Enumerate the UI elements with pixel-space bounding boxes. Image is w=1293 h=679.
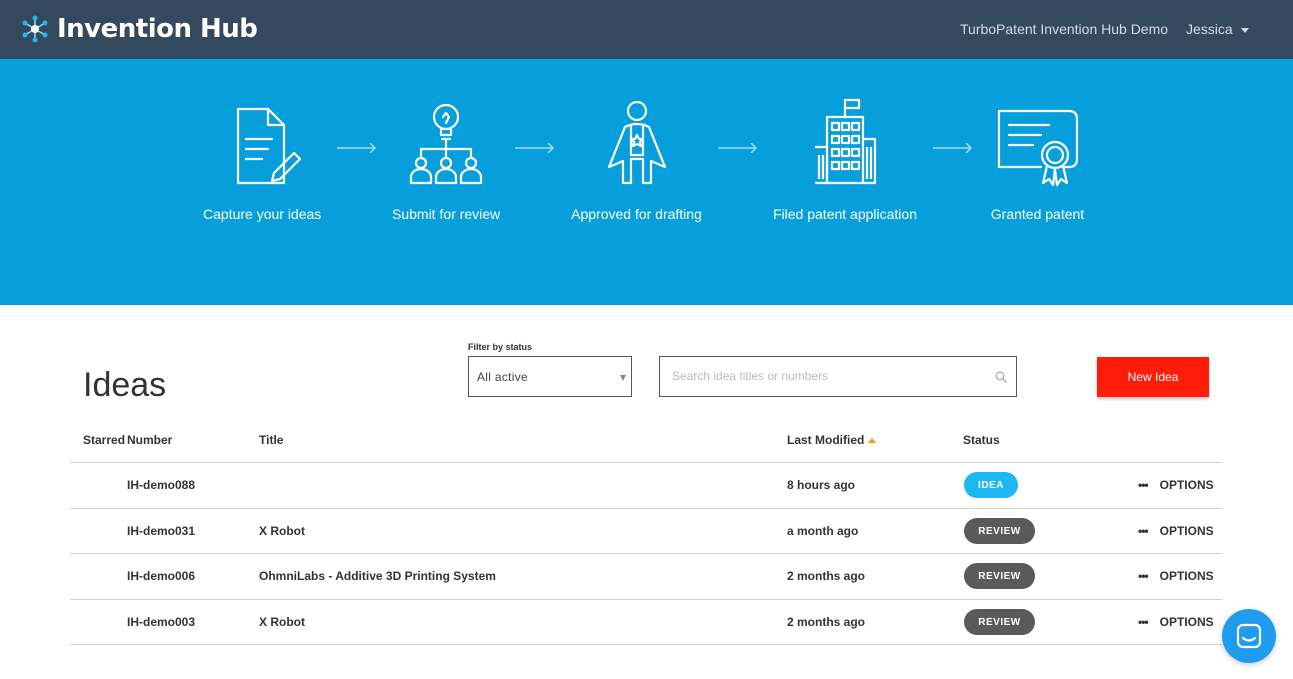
sort-ascending-icon bbox=[868, 438, 877, 444]
column-header-last-modified[interactable]: Last Modified bbox=[787, 433, 877, 447]
network-logo-icon bbox=[22, 15, 48, 43]
document-pencil-icon bbox=[236, 107, 302, 185]
app-name: Invention Hub bbox=[57, 14, 258, 44]
new-idea-button[interactable]: New Idea bbox=[1097, 357, 1209, 397]
options-label: OPTIONS bbox=[1159, 478, 1214, 492]
workflow-step-approved: Approved for drafting bbox=[570, 97, 703, 222]
chat-icon bbox=[1236, 623, 1262, 649]
more-dots-icon: ••• bbox=[1138, 478, 1149, 492]
arrow-right-icon bbox=[718, 143, 758, 153]
idea-number[interactable]: IH-demo006 bbox=[127, 569, 195, 583]
page-title: Ideas bbox=[83, 366, 167, 404]
status-badge: REVIEW bbox=[964, 563, 1035, 589]
status-badge: REVIEW bbox=[964, 518, 1035, 544]
idea-number[interactable]: IH-demo031 bbox=[127, 524, 195, 538]
user-name: Jessica bbox=[1186, 21, 1233, 37]
chat-launcher-button[interactable] bbox=[1222, 609, 1276, 663]
superhero-icon bbox=[607, 100, 666, 185]
workflow-step-label: Filed patent application bbox=[773, 206, 917, 222]
column-header-label: Last Modified bbox=[787, 433, 865, 447]
workflow-step-label: Approved for drafting bbox=[571, 206, 702, 222]
arrow-right-icon bbox=[337, 143, 377, 153]
column-header-starred[interactable]: Starred bbox=[83, 433, 125, 447]
organization-name[interactable]: TurboPatent Invention Hub Demo bbox=[960, 21, 1168, 37]
more-dots-icon: ••• bbox=[1138, 615, 1149, 629]
app-logo[interactable]: Invention Hub bbox=[20, 12, 258, 46]
user-menu[interactable]: Jessica bbox=[1186, 21, 1249, 37]
workflow-banner: Capture your ideas Submit for review App… bbox=[0, 59, 1293, 305]
last-modified: 2 months ago bbox=[787, 615, 866, 629]
workflow-step-review: Submit for review bbox=[392, 97, 500, 222]
table-divider bbox=[70, 644, 1222, 645]
options-label: OPTIONS bbox=[1159, 524, 1214, 538]
workflow-step-label: Submit for review bbox=[392, 206, 501, 222]
column-header-title[interactable]: Title bbox=[259, 433, 283, 447]
workflow-step-label: Granted patent bbox=[990, 206, 1085, 222]
column-header-number[interactable]: Number bbox=[127, 433, 172, 447]
last-modified: 8 hours ago bbox=[787, 478, 856, 492]
certificate-icon bbox=[997, 109, 1078, 187]
arrow-right-icon bbox=[515, 143, 555, 153]
more-dots-icon: ••• bbox=[1138, 524, 1149, 538]
workflow-step-capture: Capture your ideas bbox=[203, 97, 321, 222]
options-menu-button[interactable]: ••• OPTIONS bbox=[1138, 615, 1214, 629]
table-row[interactable]: IH-demo006 OhmniLabs - Additive 3D Print… bbox=[70, 553, 1222, 599]
idea-number[interactable]: IH-demo088 bbox=[127, 478, 195, 492]
search-icon[interactable] bbox=[995, 371, 1007, 383]
workflow-step-label: Capture your ideas bbox=[203, 206, 322, 222]
idea-title[interactable]: OhmniLabs - Additive 3D Printing System bbox=[259, 569, 496, 583]
status-filter-select[interactable]: All active bbox=[468, 356, 632, 397]
search-input[interactable] bbox=[670, 368, 974, 384]
status-badge: IDEA bbox=[964, 472, 1018, 498]
last-modified: 2 months ago bbox=[787, 569, 866, 583]
lightbulb-team-icon bbox=[409, 103, 483, 185]
arrow-right-icon bbox=[933, 143, 973, 153]
idea-title[interactable]: X Robot bbox=[259, 524, 305, 538]
filter-label: Filter by status bbox=[468, 342, 533, 352]
table-row[interactable]: IH-demo088 8 hours ago IDEA ••• OPTIONS bbox=[70, 462, 1222, 508]
workflow-step-filed: Filed patent application bbox=[773, 97, 917, 222]
idea-title[interactable]: X Robot bbox=[259, 615, 305, 629]
idea-number[interactable]: IH-demo003 bbox=[127, 615, 195, 629]
last-modified: a month ago bbox=[787, 524, 859, 538]
office-building-icon bbox=[815, 98, 877, 185]
options-menu-button[interactable]: ••• OPTIONS bbox=[1138, 524, 1214, 538]
status-filter-value: All active bbox=[477, 370, 529, 384]
workflow-step-granted: Granted patent bbox=[987, 97, 1088, 222]
search-box bbox=[659, 356, 1017, 397]
options-menu-button[interactable]: ••• OPTIONS bbox=[1138, 478, 1214, 492]
chevron-down-icon bbox=[1240, 27, 1249, 33]
more-dots-icon: ••• bbox=[1138, 569, 1149, 583]
dropdown-arrow-icon bbox=[620, 375, 626, 381]
options-label: OPTIONS bbox=[1159, 569, 1214, 583]
status-badge: REVIEW bbox=[964, 609, 1035, 635]
options-label: OPTIONS bbox=[1159, 615, 1214, 629]
table-row[interactable]: IH-demo031 X Robot a month ago REVIEW ••… bbox=[70, 508, 1222, 554]
top-nav-bar: Invention Hub TurboPatent Invention Hub … bbox=[0, 0, 1293, 59]
column-header-status[interactable]: Status bbox=[963, 433, 1000, 447]
table-row[interactable]: IH-demo003 X Robot 2 months ago REVIEW •… bbox=[70, 599, 1222, 645]
options-menu-button[interactable]: ••• OPTIONS bbox=[1138, 569, 1214, 583]
